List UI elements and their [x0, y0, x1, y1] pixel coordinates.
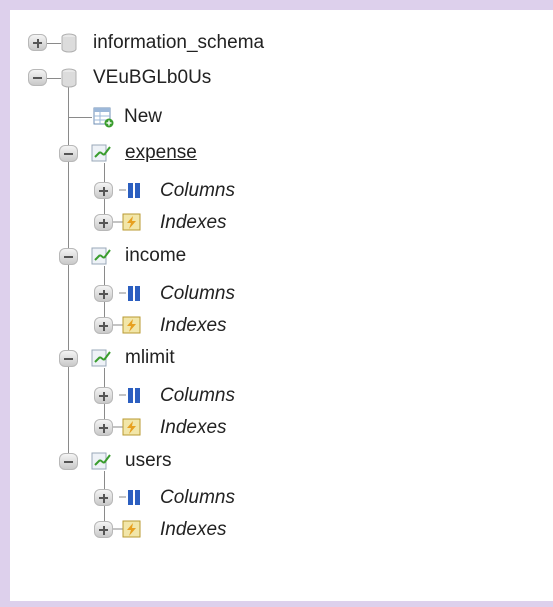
indexes-icon	[113, 213, 141, 231]
new-table-link[interactable]: New	[124, 106, 162, 128]
columns-label[interactable]: Columns	[160, 283, 235, 305]
tree-line	[68, 117, 92, 118]
collapse-table-button[interactable]	[59, 350, 78, 367]
database-tree: information_schema VEuBGLb0Us New expens…	[0, 0, 553, 607]
table-link-users[interactable]: users	[125, 450, 171, 472]
new-table-icon	[93, 107, 114, 128]
indexes-icon	[113, 418, 141, 436]
expand-columns-button[interactable]	[94, 489, 113, 506]
database-label-information-schema[interactable]: information_schema	[93, 32, 264, 54]
table-link-income[interactable]: income	[125, 245, 186, 267]
tree-line	[47, 78, 61, 79]
columns-label[interactable]: Columns	[160, 385, 235, 407]
database-icon	[61, 68, 77, 88]
expand-columns-button[interactable]	[94, 182, 113, 199]
columns-icon	[119, 388, 140, 403]
indexes-label[interactable]: Indexes	[160, 519, 227, 541]
collapse-table-button[interactable]	[59, 248, 78, 265]
columns-label[interactable]: Columns	[160, 487, 235, 509]
indexes-icon	[113, 316, 141, 334]
table-icon	[91, 452, 111, 470]
columns-icon	[119, 183, 140, 198]
indexes-label[interactable]: Indexes	[160, 212, 227, 234]
columns-icon	[119, 286, 140, 301]
indexes-label[interactable]: Indexes	[160, 417, 227, 439]
expand-columns-button[interactable]	[94, 285, 113, 302]
expand-indexes-button[interactable]	[94, 317, 113, 334]
table-link-mlimit[interactable]: mlimit	[125, 347, 175, 369]
expand-indexes-button[interactable]	[94, 214, 113, 231]
table-icon	[91, 144, 111, 162]
collapse-veubglb0us-button[interactable]	[28, 69, 47, 86]
table-icon	[91, 349, 111, 367]
collapse-table-button[interactable]	[59, 145, 78, 162]
indexes-label[interactable]: Indexes	[160, 315, 227, 337]
database-label-veubglb0us[interactable]: VEuBGLb0Us	[93, 67, 211, 89]
collapse-table-button[interactable]	[59, 453, 78, 470]
table-icon	[91, 247, 111, 265]
database-icon	[61, 33, 77, 53]
expand-indexes-button[interactable]	[94, 419, 113, 436]
columns-label[interactable]: Columns	[160, 180, 235, 202]
tree-line	[68, 86, 69, 464]
tree-line	[47, 43, 61, 44]
expand-columns-button[interactable]	[94, 387, 113, 404]
columns-icon	[119, 490, 140, 505]
indexes-icon	[113, 520, 141, 538]
expand-information-schema-button[interactable]	[28, 34, 47, 51]
table-link-expense[interactable]: expense	[125, 142, 197, 164]
expand-indexes-button[interactable]	[94, 521, 113, 538]
